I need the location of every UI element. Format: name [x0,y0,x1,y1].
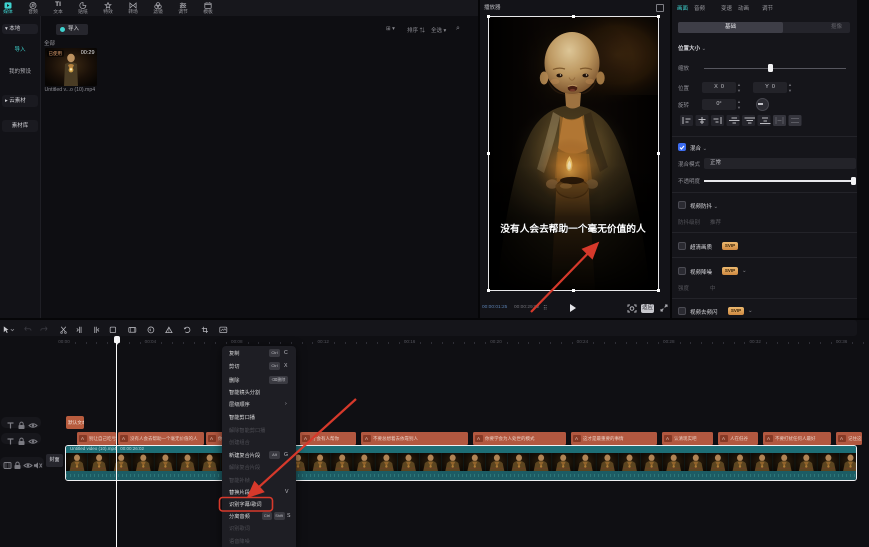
svg-text:没有人会去帮助一个毫无价值的人: 没有人会去帮助一个毫无价值的人 [500,222,646,235]
